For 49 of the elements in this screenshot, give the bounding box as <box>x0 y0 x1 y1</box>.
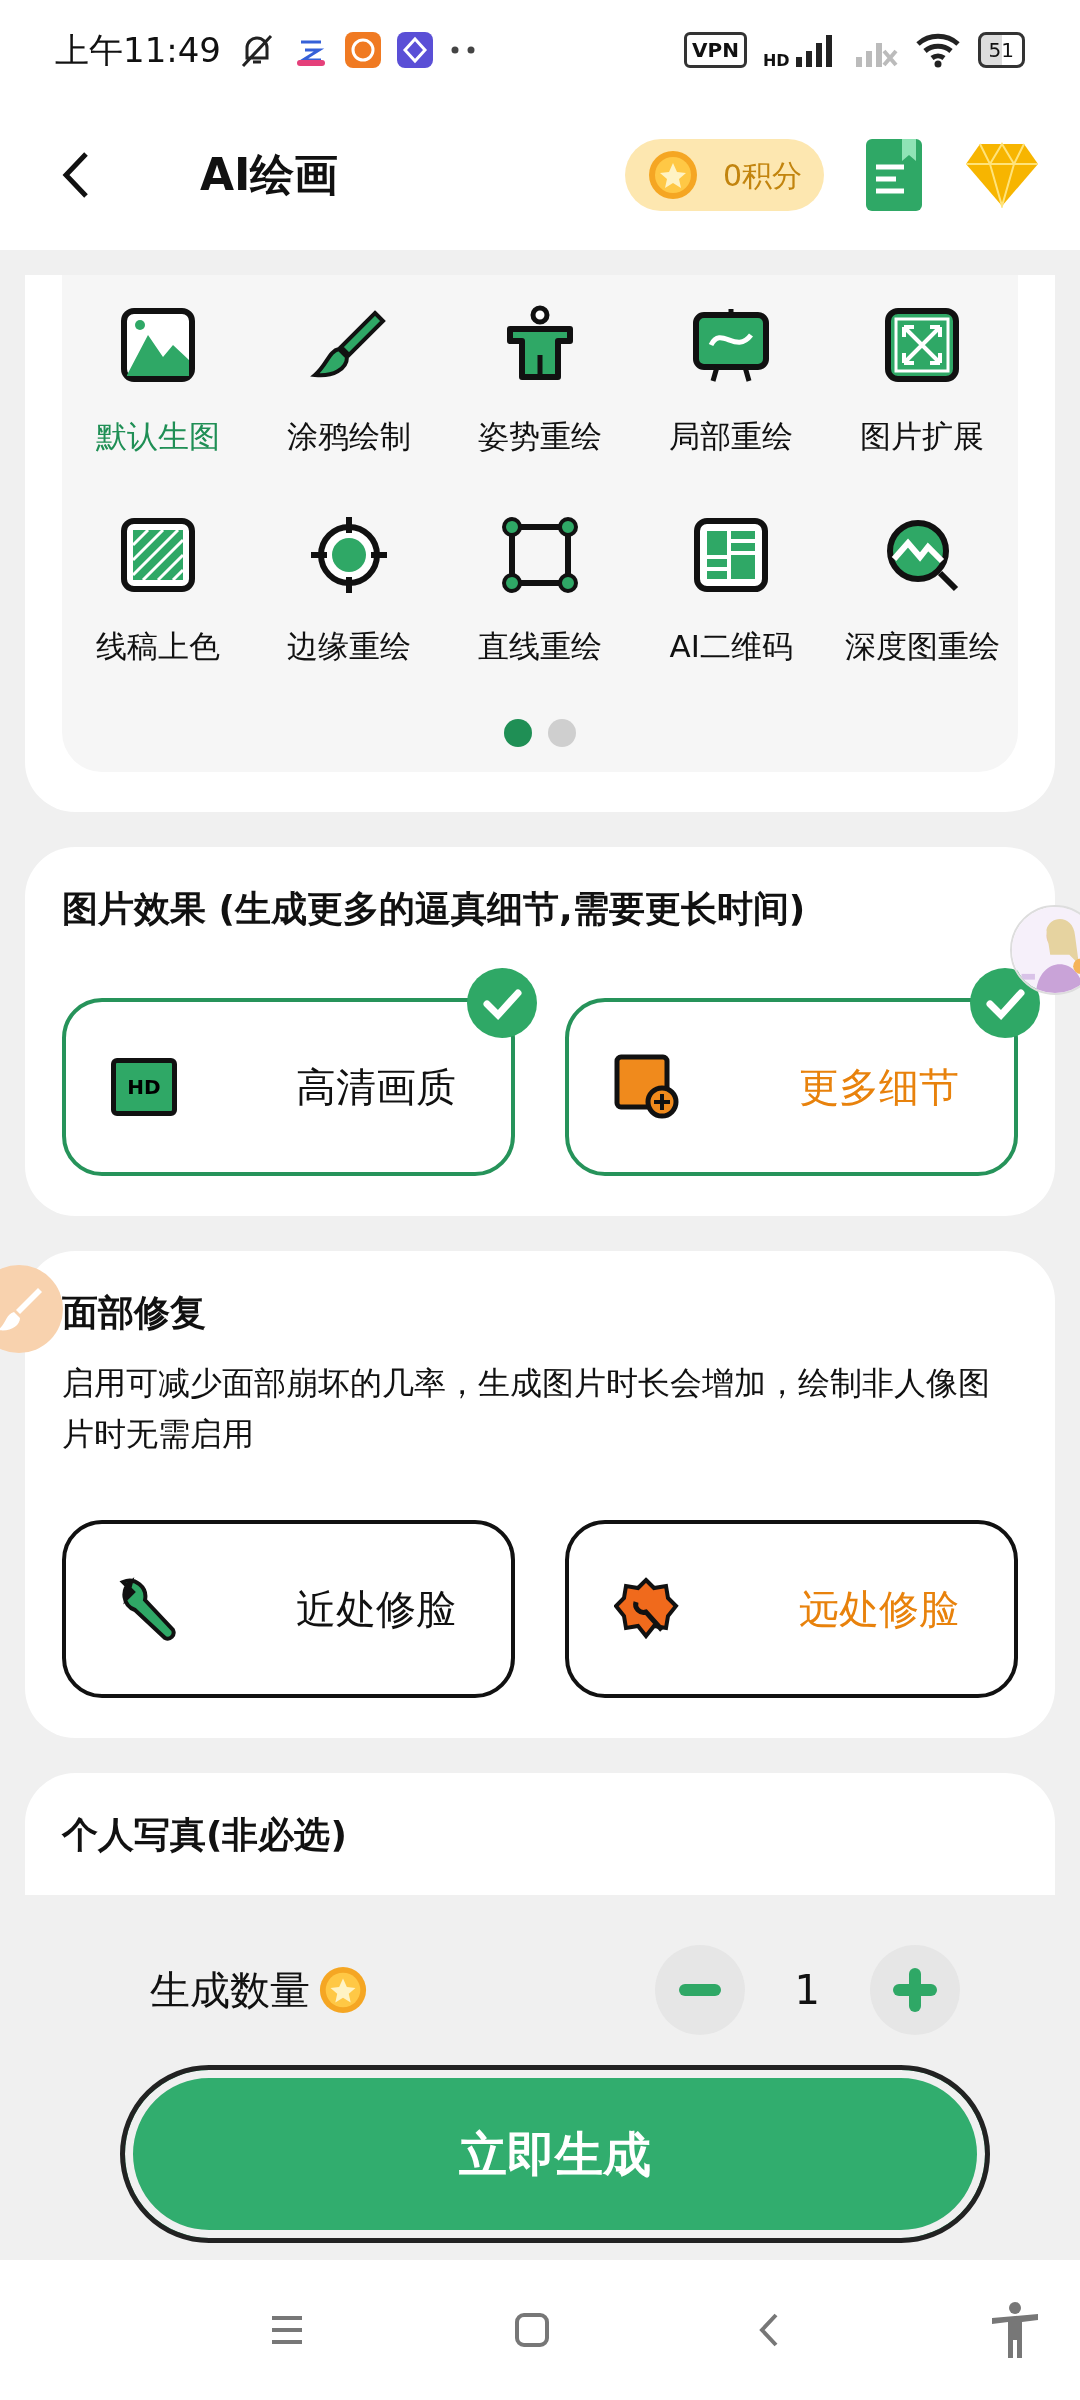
check-icon <box>970 968 1040 1038</box>
status-time: 上午11:49 <box>55 28 221 72</box>
check-icon <box>467 968 537 1038</box>
accessibility-button[interactable] <box>989 2302 1040 2358</box>
mode-button[interactable]: 边缘重绘 <box>253 514 445 669</box>
mode-button[interactable]: 涂鸦绘制 <box>253 305 445 460</box>
menu-icon <box>270 2315 304 2345</box>
mode-button[interactable]: AI二维码 <box>635 514 827 669</box>
option-button[interactable]: 近处修脸 <box>62 1520 515 1699</box>
quantity-value: 1 <box>794 1966 820 2015</box>
back-nav-button[interactable] <box>759 2313 780 2347</box>
app-icon <box>397 32 433 68</box>
coin-icon <box>318 1965 368 2015</box>
plus-icon <box>893 1968 937 2012</box>
nodes-square-icon <box>500 514 580 595</box>
home-icon <box>514 2313 549 2347</box>
section-title: 个人写真(非必选) <box>62 1813 348 1858</box>
section-title: 面部修复 <box>62 1291 207 1335</box>
document-icon <box>864 137 924 213</box>
coin-icon <box>646 149 699 201</box>
network-type-label: HD <box>762 50 790 72</box>
section-title: 图片效果 (生成更多的逼真细节,需要更长时间) <box>62 887 807 931</box>
minus-icon <box>678 1984 721 1996</box>
zoom-image-icon <box>614 1054 680 1120</box>
home-button[interactable] <box>514 2313 549 2347</box>
page-title: AI绘画 <box>200 148 339 202</box>
battery-indicator: 51 <box>977 32 1025 68</box>
back-button[interactable] <box>60 150 90 200</box>
accessibility-icon <box>989 2302 1040 2358</box>
mode-button[interactable]: 姿势重绘 <box>444 305 636 460</box>
menu-button[interactable] <box>270 2315 304 2345</box>
back-icon <box>759 2313 780 2347</box>
section-description: 启用可减少面部崩坏的几率，生成图片时长会增加，绘制非人像图片时无需启用 <box>62 1363 991 1456</box>
mode-button[interactable]: 默认生图 <box>62 305 254 460</box>
app-icon <box>345 32 381 68</box>
mode-button[interactable]: 直线重绘 <box>444 514 636 669</box>
mode-button[interactable]: 线稿上色 <box>62 514 254 669</box>
page-dot[interactable] <box>548 719 576 747</box>
mode-button[interactable]: 图片扩展 <box>826 305 1018 460</box>
option-button[interactable]: HD 高清画质 <box>62 998 515 1176</box>
quantity-label: 生成数量 <box>150 1966 310 2015</box>
page-dot[interactable] <box>504 719 532 747</box>
vpn-indicator: VPN <box>684 32 747 68</box>
mode-button[interactable]: 局部重绘 <box>635 305 827 460</box>
mode-button[interactable]: 深度图重绘 <box>826 514 1018 669</box>
crosshair-icon <box>308 514 389 595</box>
diamond-icon <box>964 142 1040 208</box>
hd-badge: HD <box>111 1058 177 1116</box>
back-icon <box>60 150 90 200</box>
